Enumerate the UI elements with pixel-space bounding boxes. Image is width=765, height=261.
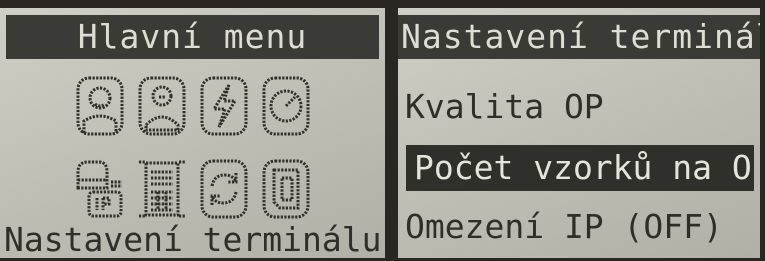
keypad-device-icon[interactable] <box>136 157 188 221</box>
device-photo: Hlavní menu Nastavení terminálu Nastaven… <box>0 0 765 261</box>
terminal-settings-title: Nastavení terminálu <box>398 15 760 59</box>
user-outline-icon[interactable] <box>136 74 188 138</box>
selected-icon-caption: Nastavení terminálu <box>4 220 382 258</box>
sync-icon[interactable] <box>198 157 250 221</box>
ip-network-icon[interactable] <box>74 157 126 221</box>
document-icon[interactable] <box>260 157 312 221</box>
main-menu-title: Hlavní menu <box>6 15 379 59</box>
clock-icon[interactable] <box>260 74 312 138</box>
user-face-icon[interactable] <box>74 74 126 138</box>
menu-item-sample-count[interactable]: Počet vzorků na OP <box>406 145 754 191</box>
menu-item-fingerprint-quality[interactable]: Kvalita OP <box>403 84 760 130</box>
main-menu-screen: Hlavní menu Nastavení terminálu <box>0 8 385 258</box>
lightning-icon[interactable] <box>198 74 250 138</box>
menu-icon-grid <box>74 74 314 224</box>
menu-item-ip-restriction[interactable]: Omezení IP (OFF) <box>403 204 760 250</box>
terminal-settings-screen: Nastavení terminálu Kvalita OP Počet vzo… <box>398 8 760 258</box>
